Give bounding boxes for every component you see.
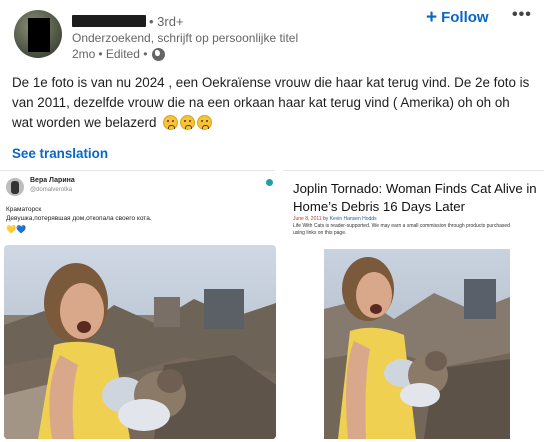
connection-degree: • 3rd+ (149, 13, 184, 29)
blue-heart-icon: 💙 (15, 225, 26, 234)
yellow-heart-icon: 💛 (6, 225, 16, 234)
article-title: Joplin Tornado: Woman Finds Cat Alive in… (293, 181, 537, 214)
woman-with-cat-photo-2011 (324, 249, 510, 439)
see-translation-link[interactable]: See translation (12, 146, 108, 161)
sad-face-emoji (197, 115, 213, 130)
globe-icon (152, 47, 166, 61)
author-name-redacted[interactable] (72, 15, 146, 27)
post-text: De 1e foto is van nu 2024 , een Oekraïen… (12, 73, 532, 133)
plus-icon: + (426, 6, 438, 28)
tweet-author-name: Вера Ларина (30, 177, 75, 184)
post-body: De 1e foto is van nu 2024 , een Oekraïen… (12, 75, 530, 130)
sad-face-emoji (180, 115, 196, 130)
emoji-group (163, 115, 213, 130)
post-image-left[interactable]: Вера Ларина @domalverotka Краматорск Дев… (0, 170, 276, 442)
article-date: June 8, 2011 (293, 216, 322, 222)
author-name-row[interactable]: • 3rd+ (72, 12, 184, 30)
tweet-avatar (6, 178, 24, 196)
post-edited: • Edited • (98, 47, 148, 61)
author-avatar[interactable] (14, 10, 62, 58)
article-by: by (322, 216, 329, 222)
tweet-author-handle: @domalverotka (30, 187, 73, 193)
post-time: 2mo (72, 47, 96, 61)
post-meta: 2mo • Edited • (72, 47, 166, 61)
follow-label: Follow (441, 8, 489, 26)
tweet-location: Краматорск (6, 206, 42, 213)
article-author: Kevin Hansen Hodds (329, 216, 377, 222)
post-image-right[interactable]: Joplin Tornado: Woman Finds Cat Alive in… (283, 170, 544, 442)
woman-with-cat-photo-2024 (4, 245, 276, 439)
avatar-redaction (28, 18, 50, 52)
author-headline: Onderzoekend, schrijft op persoonlijke t… (72, 31, 299, 45)
tweet-heart-emojis: 💛💙 (6, 226, 26, 234)
article-disclaimer: Life With Cats is reader-supported. We m… (293, 223, 510, 236)
more-options-icon[interactable]: ••• (512, 6, 532, 24)
tweet-app-icon (266, 179, 273, 186)
tweet-text: Девушка,потерявшая дом,откопала своего к… (6, 215, 152, 222)
follow-button[interactable]: + Follow (426, 6, 489, 28)
article-byline: June 8, 2011 by Kevin Hansen Hodds (293, 216, 377, 222)
sad-face-emoji (163, 115, 179, 130)
